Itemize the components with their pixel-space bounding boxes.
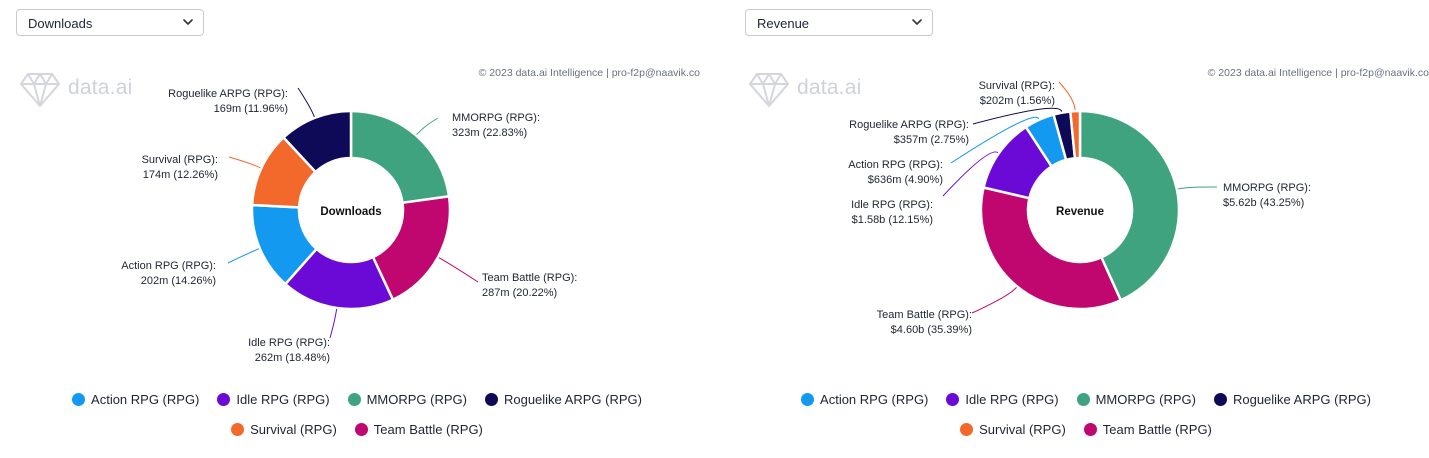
- legend-item-action-rpg[interactable]: Action RPG (RPG): [801, 392, 928, 407]
- legend-label: Survival (RPG): [250, 422, 337, 437]
- slice-label-value: $636m (4.90%): [868, 174, 943, 186]
- leader-line-mmorpg: [416, 117, 439, 135]
- legend-label: MMORPG (RPG): [366, 392, 467, 407]
- legend-label: Roguelike ARPG (RPG): [503, 392, 642, 407]
- leader-line-team-battle: [438, 257, 479, 283]
- legend-item-idle-rpg[interactable]: Idle RPG (RPG): [217, 392, 330, 407]
- slice-mmorpg[interactable]: [349, 109, 451, 205]
- legend-swatch: [801, 393, 815, 406]
- slice-label-value: $4.60b (35.39%): [891, 324, 972, 336]
- legend-item-roguelike-arpg[interactable]: Roguelike ARPG (RPG): [484, 392, 642, 407]
- legend-item-survival[interactable]: Survival (RPG): [231, 422, 337, 437]
- legend-swatch: [946, 393, 960, 406]
- downloads-donut-chart: MMORPG (RPG): 323m (22.83%) Team Battle (R…: [121, 87, 577, 364]
- legend-row: Action RPG (RPG) Idle RPG (RPG) MMORPG (RP…: [0, 392, 714, 407]
- leader-line-idle-rpg: [329, 308, 338, 339]
- slice-label-name: Team Battle (RPG):: [482, 272, 577, 284]
- legend-swatch: [1083, 423, 1097, 436]
- slice-label-name: Idle RPG (RPG):: [851, 199, 933, 211]
- legend-swatch: [354, 423, 368, 436]
- slice-label-value: $357m (2.75%): [894, 134, 969, 146]
- legend-label: Roguelike ARPG (RPG): [1232, 392, 1371, 407]
- legend-item-roguelike-arpg[interactable]: Roguelike ARPG (RPG): [1213, 392, 1371, 407]
- slice-label-name: Action RPG (RPG):: [121, 260, 216, 272]
- leader-line-action-rpg: [227, 248, 260, 264]
- legend-label: Team Battle (RPG): [373, 422, 483, 437]
- slice-label-value: 323m (22.83%): [452, 127, 527, 139]
- slice-label-name: Survival (RPG):: [142, 154, 218, 166]
- legend-item-team-battle[interactable]: Team Battle (RPG): [1083, 422, 1212, 437]
- slice-label-name: Team Battle (RPG):: [877, 309, 972, 321]
- legend-item-action-rpg[interactable]: Action RPG (RPG): [72, 392, 199, 407]
- leader-line-survival: [1058, 81, 1076, 111]
- leader-line-survival: [228, 156, 261, 169]
- donut-center-label: Downloads: [320, 206, 381, 218]
- legend-item-team-battle[interactable]: Team Battle (RPG): [354, 422, 483, 437]
- legend-label: Action RPG (RPG): [820, 392, 929, 407]
- legend-swatch: [72, 393, 86, 406]
- legend-row: Survival (RPG) Team Battle (RPG): [729, 422, 1429, 437]
- slice-label-value: $5.62b (43.25%): [1223, 197, 1304, 209]
- slice-label-value: 169m (11.96%): [214, 103, 288, 115]
- leader-line-roguelike-arpg: [297, 87, 315, 118]
- slice-label-name: Survival (RPG):: [979, 80, 1055, 92]
- donut-center-label: Revenue: [1056, 206, 1104, 218]
- legend-swatch: [231, 423, 245, 436]
- legend-label: Survival (RPG): [979, 422, 1066, 437]
- legend-item-survival[interactable]: Survival (RPG): [960, 422, 1066, 437]
- downloads-panel: Downloads data.ai © 2023 data.ai Intelli…: [0, 0, 714, 458]
- legend-label: Team Battle (RPG): [1102, 422, 1212, 437]
- slice-label-value: 262m (18.48%): [255, 352, 330, 364]
- legend-swatch: [960, 423, 974, 436]
- slice-label-name: Idle RPG (RPG):: [248, 337, 330, 349]
- legend-item-mmorpg[interactable]: MMORPG (RPG): [1076, 392, 1196, 407]
- legend-label: Idle RPG (RPG): [965, 392, 1059, 407]
- legend-swatch: [484, 393, 498, 406]
- legend-label: MMORPG (RPG): [1095, 392, 1196, 407]
- slice-label-value: 202m (14.26%): [141, 275, 216, 287]
- legend-swatch: [217, 393, 231, 406]
- leader-line-mmorpg: [1177, 186, 1218, 190]
- slice-label-name: MMORPG (RPG):: [452, 112, 540, 124]
- legend-swatch: [347, 393, 361, 406]
- legend-swatch: [1076, 393, 1090, 406]
- legend-row: Survival (RPG) Team Battle (RPG): [0, 422, 714, 437]
- chart-legend: Action RPG (RPG) Idle RPG (RPG) MMORPG (RP…: [0, 390, 714, 450]
- revenue-donut-chart: MMORPG (RPG): $5.62b (43.25%) Team Battle …: [848, 80, 1311, 336]
- slice-label-value: 174m (12.26%): [143, 169, 218, 181]
- slice-label-name: Roguelike ARPG (RPG):: [168, 88, 288, 100]
- slice-label-value: $202m (1.56%): [980, 95, 1055, 107]
- legend-item-mmorpg[interactable]: MMORPG (RPG): [347, 392, 467, 407]
- slice-label-value: $1.58b (12.15%): [852, 214, 933, 226]
- slice-label-name: Roguelike ARPG (RPG):: [849, 119, 969, 131]
- legend-row: Action RPG (RPG) Idle RPG (RPG) MMORPG (RP…: [729, 392, 1429, 407]
- chart-legend: Action RPG (RPG) Idle RPG (RPG) MMORPG (RP…: [729, 390, 1429, 450]
- legend-item-idle-rpg[interactable]: Idle RPG (RPG): [946, 392, 1059, 407]
- legend-label: Action RPG (RPG): [91, 392, 200, 407]
- legend-label: Idle RPG (RPG): [236, 392, 330, 407]
- legend-swatch: [1213, 393, 1227, 406]
- slice-label-name: MMORPG (RPG):: [1223, 182, 1311, 194]
- slice-label-value: 287m (20.22%): [482, 287, 557, 299]
- leader-line-team-battle: [971, 286, 1017, 314]
- slice-label-name: Action RPG (RPG):: [848, 159, 943, 171]
- revenue-panel: Revenue data.ai © 2023 data.ai Intellige…: [729, 0, 1429, 458]
